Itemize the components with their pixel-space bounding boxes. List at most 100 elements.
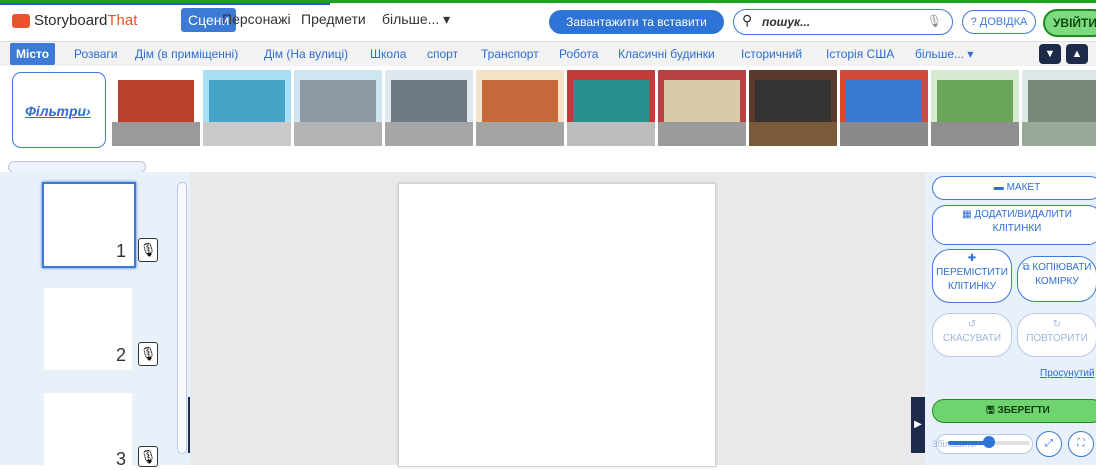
- move-cell-button[interactable]: ✚ ПЕРЕМІСТИТИ КЛІТИНКУ: [932, 249, 1012, 303]
- scene-building: [482, 80, 558, 122]
- scene-thumbnail-city-shops[interactable]: [203, 70, 291, 146]
- cell-number-3: 3: [116, 449, 127, 469]
- move-label-2: КЛІТИНКУ: [948, 281, 996, 292]
- scene-building: [664, 80, 740, 122]
- collapse-right-icon[interactable]: ▶: [911, 397, 925, 453]
- add-remove-cells-button[interactable]: ▦ ДОДАТИ/ВИДАЛИТИ КЛІТИНКИ: [932, 205, 1096, 245]
- category-city[interactable]: Місто: [10, 43, 56, 65]
- cell-2-microphone-icon[interactable]: 🎙: [138, 342, 158, 366]
- search-icon: ⚲: [742, 12, 753, 28]
- category-home-outdoor[interactable]: Дім (На вулиці): [264, 47, 348, 61]
- nav-more[interactable]: більше... ▾: [382, 11, 450, 28]
- scene-building: [846, 80, 922, 122]
- scene-thumbnail-street-lamp[interactable]: [385, 70, 473, 146]
- category-work[interactable]: Робота: [559, 47, 598, 61]
- category-transport[interactable]: Транспорт: [481, 47, 539, 61]
- category-historical[interactable]: Історичний: [741, 47, 802, 61]
- category-bar: Місто Розваги Дім (в приміщенні) Дім (На…: [0, 41, 1096, 67]
- category-more[interactable]: більше... ▾: [915, 47, 973, 61]
- add-remove-label-1: ДОДАТИ/ВИДАЛИТИ: [974, 209, 1072, 220]
- cell-3-microphone-icon[interactable]: 🎙: [138, 446, 158, 467]
- scene-thumbnail-brick-buildings[interactable]: [476, 70, 564, 146]
- undo-button[interactable]: ↺ СКАСУВАТИ: [932, 313, 1012, 357]
- help-button[interactable]: ? ДОВІДКА: [962, 10, 1036, 34]
- search-box[interactable]: ⚲ пошук... 🎙: [733, 9, 953, 35]
- fullscreen-icon[interactable]: ⛶: [1068, 431, 1094, 457]
- scene-thumbnail-parking-lot[interactable]: [931, 70, 1019, 146]
- logo-icon[interactable]: [12, 14, 30, 28]
- save-icon: 🖫: [986, 405, 995, 416]
- move-label-1: ПЕРЕМІСТИТИ: [936, 267, 1008, 278]
- redo-label: ПОВТОРИТИ: [1026, 333, 1088, 344]
- scene-building: [118, 80, 194, 122]
- scene-ground: [840, 122, 928, 146]
- scene-ground: [112, 122, 200, 146]
- vertical-scrollbar[interactable]: [177, 182, 187, 454]
- scene-ground: [294, 122, 382, 146]
- save-button[interactable]: 🖫 ЗБЕРЕГТИ: [932, 399, 1096, 423]
- filters-button[interactable]: Фільтри›: [12, 72, 106, 148]
- login-button[interactable]: УВІЙТИ: [1043, 9, 1096, 37]
- copy-label-1: КОПІЮВАТИ: [1032, 262, 1092, 273]
- scene-ground: [749, 122, 837, 146]
- top-blue-line: [0, 3, 330, 5]
- add-cells-icon: ▦: [962, 209, 972, 220]
- scene-thumbnail-cafe-patio[interactable]: [658, 70, 746, 146]
- undo-icon: ↺: [967, 319, 977, 330]
- scene-thumbnail-skyline[interactable]: [294, 70, 382, 146]
- category-school[interactable]: Школа: [370, 47, 406, 61]
- scene-ground: [658, 122, 746, 146]
- microphone-icon[interactable]: 🎙: [927, 14, 942, 28]
- logo-suffix: That: [107, 12, 138, 29]
- search-input[interactable]: пошук...: [762, 15, 810, 29]
- redo-button[interactable]: ↻ ПОВТОРИТИ: [1017, 313, 1096, 357]
- undo-label: СКАСУВАТИ: [942, 333, 1002, 344]
- save-label: ЗБЕРЕГТИ: [997, 405, 1050, 416]
- storyboard-cell-canvas[interactable]: [398, 183, 716, 467]
- logo-prefix: Storyboard: [34, 12, 108, 29]
- redo-icon: ↻: [1052, 319, 1062, 330]
- cell-1-microphone-icon[interactable]: 🎙: [138, 238, 158, 262]
- app-logo-text[interactable]: StoryboardThat: [34, 12, 137, 29]
- scene-ground: [931, 122, 1019, 146]
- scene-building: [755, 80, 831, 122]
- nav-characters[interactable]: Персонажі: [222, 11, 291, 27]
- layout-button[interactable]: ▬ МАКЕТ: [932, 176, 1096, 200]
- scene-ground: [567, 122, 655, 146]
- scene-strip: Фільтри›: [0, 66, 1096, 158]
- zoom-slider-handle[interactable]: [983, 436, 995, 448]
- scene-ground: [203, 122, 291, 146]
- category-entertainment[interactable]: Розваги: [74, 47, 118, 61]
- add-remove-label-2: КЛІТИНКИ: [992, 223, 1042, 234]
- scene-ground: [1022, 122, 1096, 146]
- scene-thumbnail-green-door[interactable]: [567, 70, 655, 146]
- scene-building: [937, 80, 1013, 122]
- scene-thumbnail-shop-window[interactable]: [749, 70, 837, 146]
- upload-button[interactable]: Завантажити та вставити: [549, 10, 724, 34]
- scene-building: [1028, 80, 1096, 122]
- scene-thumbnail-cemetery[interactable]: [1022, 70, 1096, 146]
- category-sport[interactable]: спорт: [427, 47, 458, 61]
- nav-items[interactable]: Предмети: [301, 11, 366, 27]
- arrow-up-button[interactable]: ▲: [1066, 44, 1088, 64]
- copy-label-2: КОМІРКУ: [1035, 276, 1079, 287]
- scene-building: [573, 80, 649, 122]
- scene-ground: [476, 122, 564, 146]
- scene-thumbnail-alley[interactable]: [840, 70, 928, 146]
- category-classic-houses[interactable]: Класичні будинки: [618, 47, 715, 61]
- layout-icon: ▬: [993, 182, 1004, 193]
- copy-cell-button[interactable]: ⧉ КОПІЮВАТИ КОМІРКУ: [1017, 256, 1096, 302]
- move-icon: ✚: [967, 253, 977, 264]
- fit-screen-icon[interactable]: ⤢: [1036, 431, 1062, 457]
- advanced-link[interactable]: Просунутий: [1040, 368, 1095, 379]
- cell-number-1: 1: [116, 241, 127, 261]
- category-home-indoor[interactable]: Дім (в приміщенні): [135, 47, 238, 61]
- scene-building: [209, 80, 285, 122]
- layout-label: МАКЕТ: [1006, 182, 1041, 193]
- scene-thumbnail-city-street-red[interactable]: [112, 70, 200, 146]
- copy-icon: ⧉: [1022, 262, 1030, 273]
- category-us-history[interactable]: Історія США: [826, 47, 894, 61]
- filters-label: Фільтри›: [25, 103, 91, 119]
- arrow-down-button[interactable]: ▼: [1039, 44, 1061, 64]
- top-bar: StoryboardThat Сцени Персонажі Предмети …: [0, 0, 1096, 42]
